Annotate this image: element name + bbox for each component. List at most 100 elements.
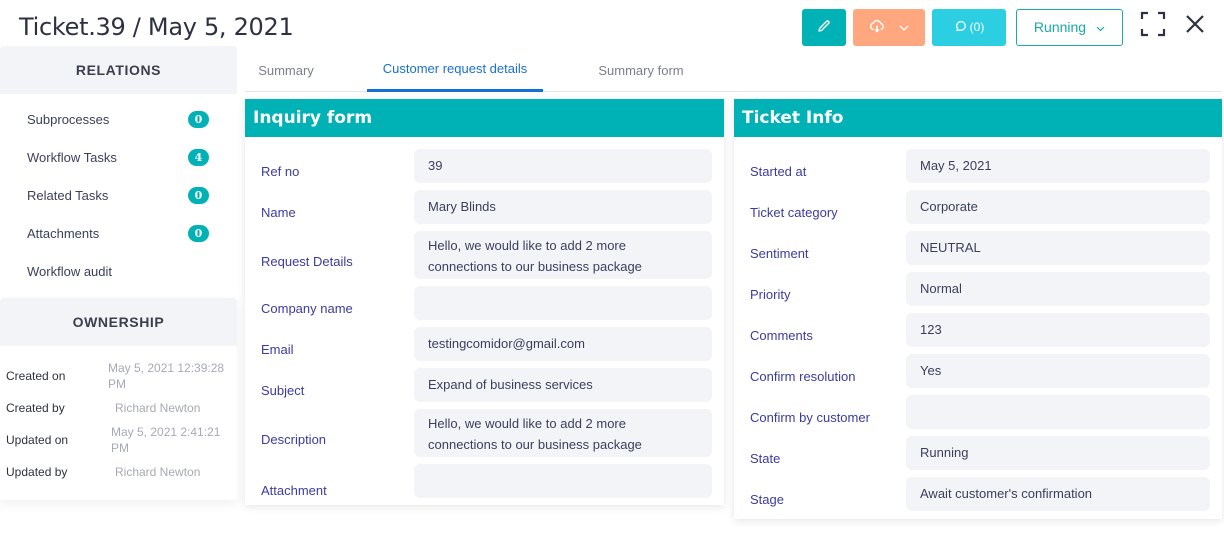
sentiment-field[interactable]: NEUTRAL [906, 231, 1210, 265]
inquiry-form-card: Inquiry form Ref no 39 Name Mary Blinds … [245, 99, 724, 505]
tab-customer-request-details[interactable]: Customer request details [367, 48, 543, 92]
chevron-down-icon [899, 20, 909, 34]
field-row: Started at May 5, 2021 [750, 149, 1210, 183]
relations-title: RELATIONS [0, 46, 237, 94]
state-label: State [750, 451, 781, 466]
relation-label: Workflow Tasks [27, 149, 117, 165]
email-field[interactable]: testingcomidor@gmail.com [414, 327, 712, 361]
field-row: Ticket category Corporate [750, 190, 1210, 224]
confirm-by-customer-field[interactable] [906, 395, 1210, 429]
field-row: Ref no 39 [261, 149, 712, 183]
sentiment-label: Sentiment [750, 246, 809, 261]
request-details-label: Request Details [261, 254, 353, 269]
stage-field[interactable]: Await customer's confirmation [906, 477, 1210, 511]
relation-label: Workflow audit [27, 263, 113, 279]
field-row: Description Hello, we would like to add … [261, 409, 712, 457]
attachment-label: Attachment [261, 483, 327, 498]
field-row: Comments 123 [750, 313, 1210, 347]
relation-attachments[interactable]: Attachments 0 [0, 214, 237, 252]
pencil-icon [817, 19, 831, 36]
priority-label: Priority [750, 287, 791, 302]
ref-no-field[interactable]: 39 [414, 149, 712, 183]
count-badge: 4 [188, 148, 209, 166]
count-badge: 0 [188, 186, 209, 204]
sidebar: RELATIONS Subprocesses 0 Workflow Tasks … [0, 46, 237, 500]
subject-label: Subject [261, 383, 305, 398]
ticket-info-title: Ticket Info [734, 99, 1222, 137]
field-row: Company name [261, 286, 712, 320]
comments-count: (0) [969, 20, 985, 34]
subject-field[interactable]: Expand of business services [414, 368, 712, 402]
tab-summary-form[interactable]: Summary form [583, 48, 699, 92]
ownership-row: Created by Richard Newton [0, 392, 237, 424]
ownership-row: Updated by Richard Newton [0, 456, 237, 488]
relation-label: Subprocesses [27, 111, 110, 127]
count-badge: 0 [188, 110, 209, 128]
created-on-value: May 5, 2021 12:39:28 PM [108, 361, 225, 391]
description-field[interactable]: Hello, we would like to add 2 more conne… [414, 409, 712, 457]
chevron-down-icon [1096, 19, 1105, 35]
fullscreen-icon [1140, 11, 1166, 42]
relation-subprocesses[interactable]: Subprocesses 0 [0, 100, 237, 138]
state-field[interactable]: Running [906, 436, 1210, 470]
confirm-resolution-label: Confirm resolution [750, 369, 856, 384]
cloud-download-icon [869, 19, 885, 36]
tab-summary[interactable]: Summary [245, 48, 327, 92]
toolbar: (0) Running [802, 8, 1123, 46]
edit-button[interactable] [802, 8, 846, 46]
request-details-field[interactable]: Hello, we would like to add 2 more conne… [414, 231, 712, 279]
confirm-resolution-field[interactable]: Yes [906, 354, 1210, 388]
status-label: Running [1033, 19, 1087, 35]
field-row: Subject Expand of business services [261, 368, 712, 402]
created-by-label: Created by [6, 401, 65, 415]
relations-list: Subprocesses 0 Workflow Tasks 4 Related … [0, 94, 237, 298]
field-row: Request Details Hello, we would like to … [261, 231, 712, 279]
count-badge: 0 [188, 224, 209, 242]
field-row: State Running [750, 436, 1210, 470]
ref-no-label: Ref no [261, 164, 300, 179]
created-by-value: Richard Newton [115, 401, 201, 415]
fullscreen-button[interactable] [1139, 11, 1167, 42]
relation-workflow-audit[interactable]: Workflow audit [0, 252, 237, 290]
inquiry-form-body: Ref no 39 Name Mary Blinds Request Detai… [245, 137, 724, 498]
attachment-field[interactable] [414, 464, 712, 498]
field-row: Stage Await customer's confirmation [750, 477, 1210, 511]
company-name-field[interactable] [414, 286, 712, 320]
confirm-by-customer-label: Confirm by customer [750, 410, 870, 425]
relation-workflow-tasks[interactable]: Workflow Tasks 4 [0, 138, 237, 176]
download-button[interactable] [853, 8, 925, 46]
updated-by-label: Updated by [6, 465, 68, 479]
close-button[interactable] [1181, 12, 1209, 40]
ownership-title: OWNERSHIP [0, 298, 237, 346]
ownership-row: Updated on May 5, 2021 2:41:21 PM [0, 424, 237, 456]
ownership-details: Created on May 5, 2021 12:39:28 PM Creat… [0, 346, 237, 500]
field-row: Confirm resolution Yes [750, 354, 1210, 388]
updated-on-label: Updated on [6, 433, 69, 447]
comments-field[interactable]: 123 [906, 313, 1210, 347]
tab-bar: Summary Customer request details Summary… [245, 48, 1222, 92]
field-row: Confirm by customer [750, 395, 1210, 429]
field-row: Sentiment NEUTRAL [750, 231, 1210, 265]
name-label: Name [261, 205, 296, 220]
company-name-label: Company name [261, 301, 353, 316]
ownership-panel: OWNERSHIP Created on May 5, 2021 12:39:2… [0, 298, 237, 500]
stage-label: Stage [750, 492, 784, 507]
close-icon [1185, 14, 1205, 39]
started-at-field[interactable]: May 5, 2021 [906, 149, 1210, 183]
name-field[interactable]: Mary Blinds [414, 190, 712, 224]
status-dropdown[interactable]: Running [1016, 8, 1123, 46]
ticket-info-card: Ticket Info Started at May 5, 2021 Ticke… [734, 99, 1222, 519]
comments-button[interactable]: (0) [932, 8, 1006, 46]
created-on-label: Created on [6, 369, 66, 383]
updated-by-value: Richard Newton [115, 465, 201, 479]
priority-field[interactable]: Normal [906, 272, 1210, 306]
ownership-row: Created on May 5, 2021 12:39:28 PM [0, 360, 237, 392]
relation-label: Related Tasks [27, 187, 109, 203]
ticket-info-body: Started at May 5, 2021 Ticket category C… [734, 137, 1222, 511]
field-row: Attachment [261, 464, 712, 498]
started-at-label: Started at [750, 164, 807, 179]
description-label: Description [261, 432, 327, 447]
inquiry-form-title: Inquiry form [245, 99, 724, 137]
ticket-category-field[interactable]: Corporate [906, 190, 1210, 224]
relation-related-tasks[interactable]: Related Tasks 0 [0, 176, 237, 214]
